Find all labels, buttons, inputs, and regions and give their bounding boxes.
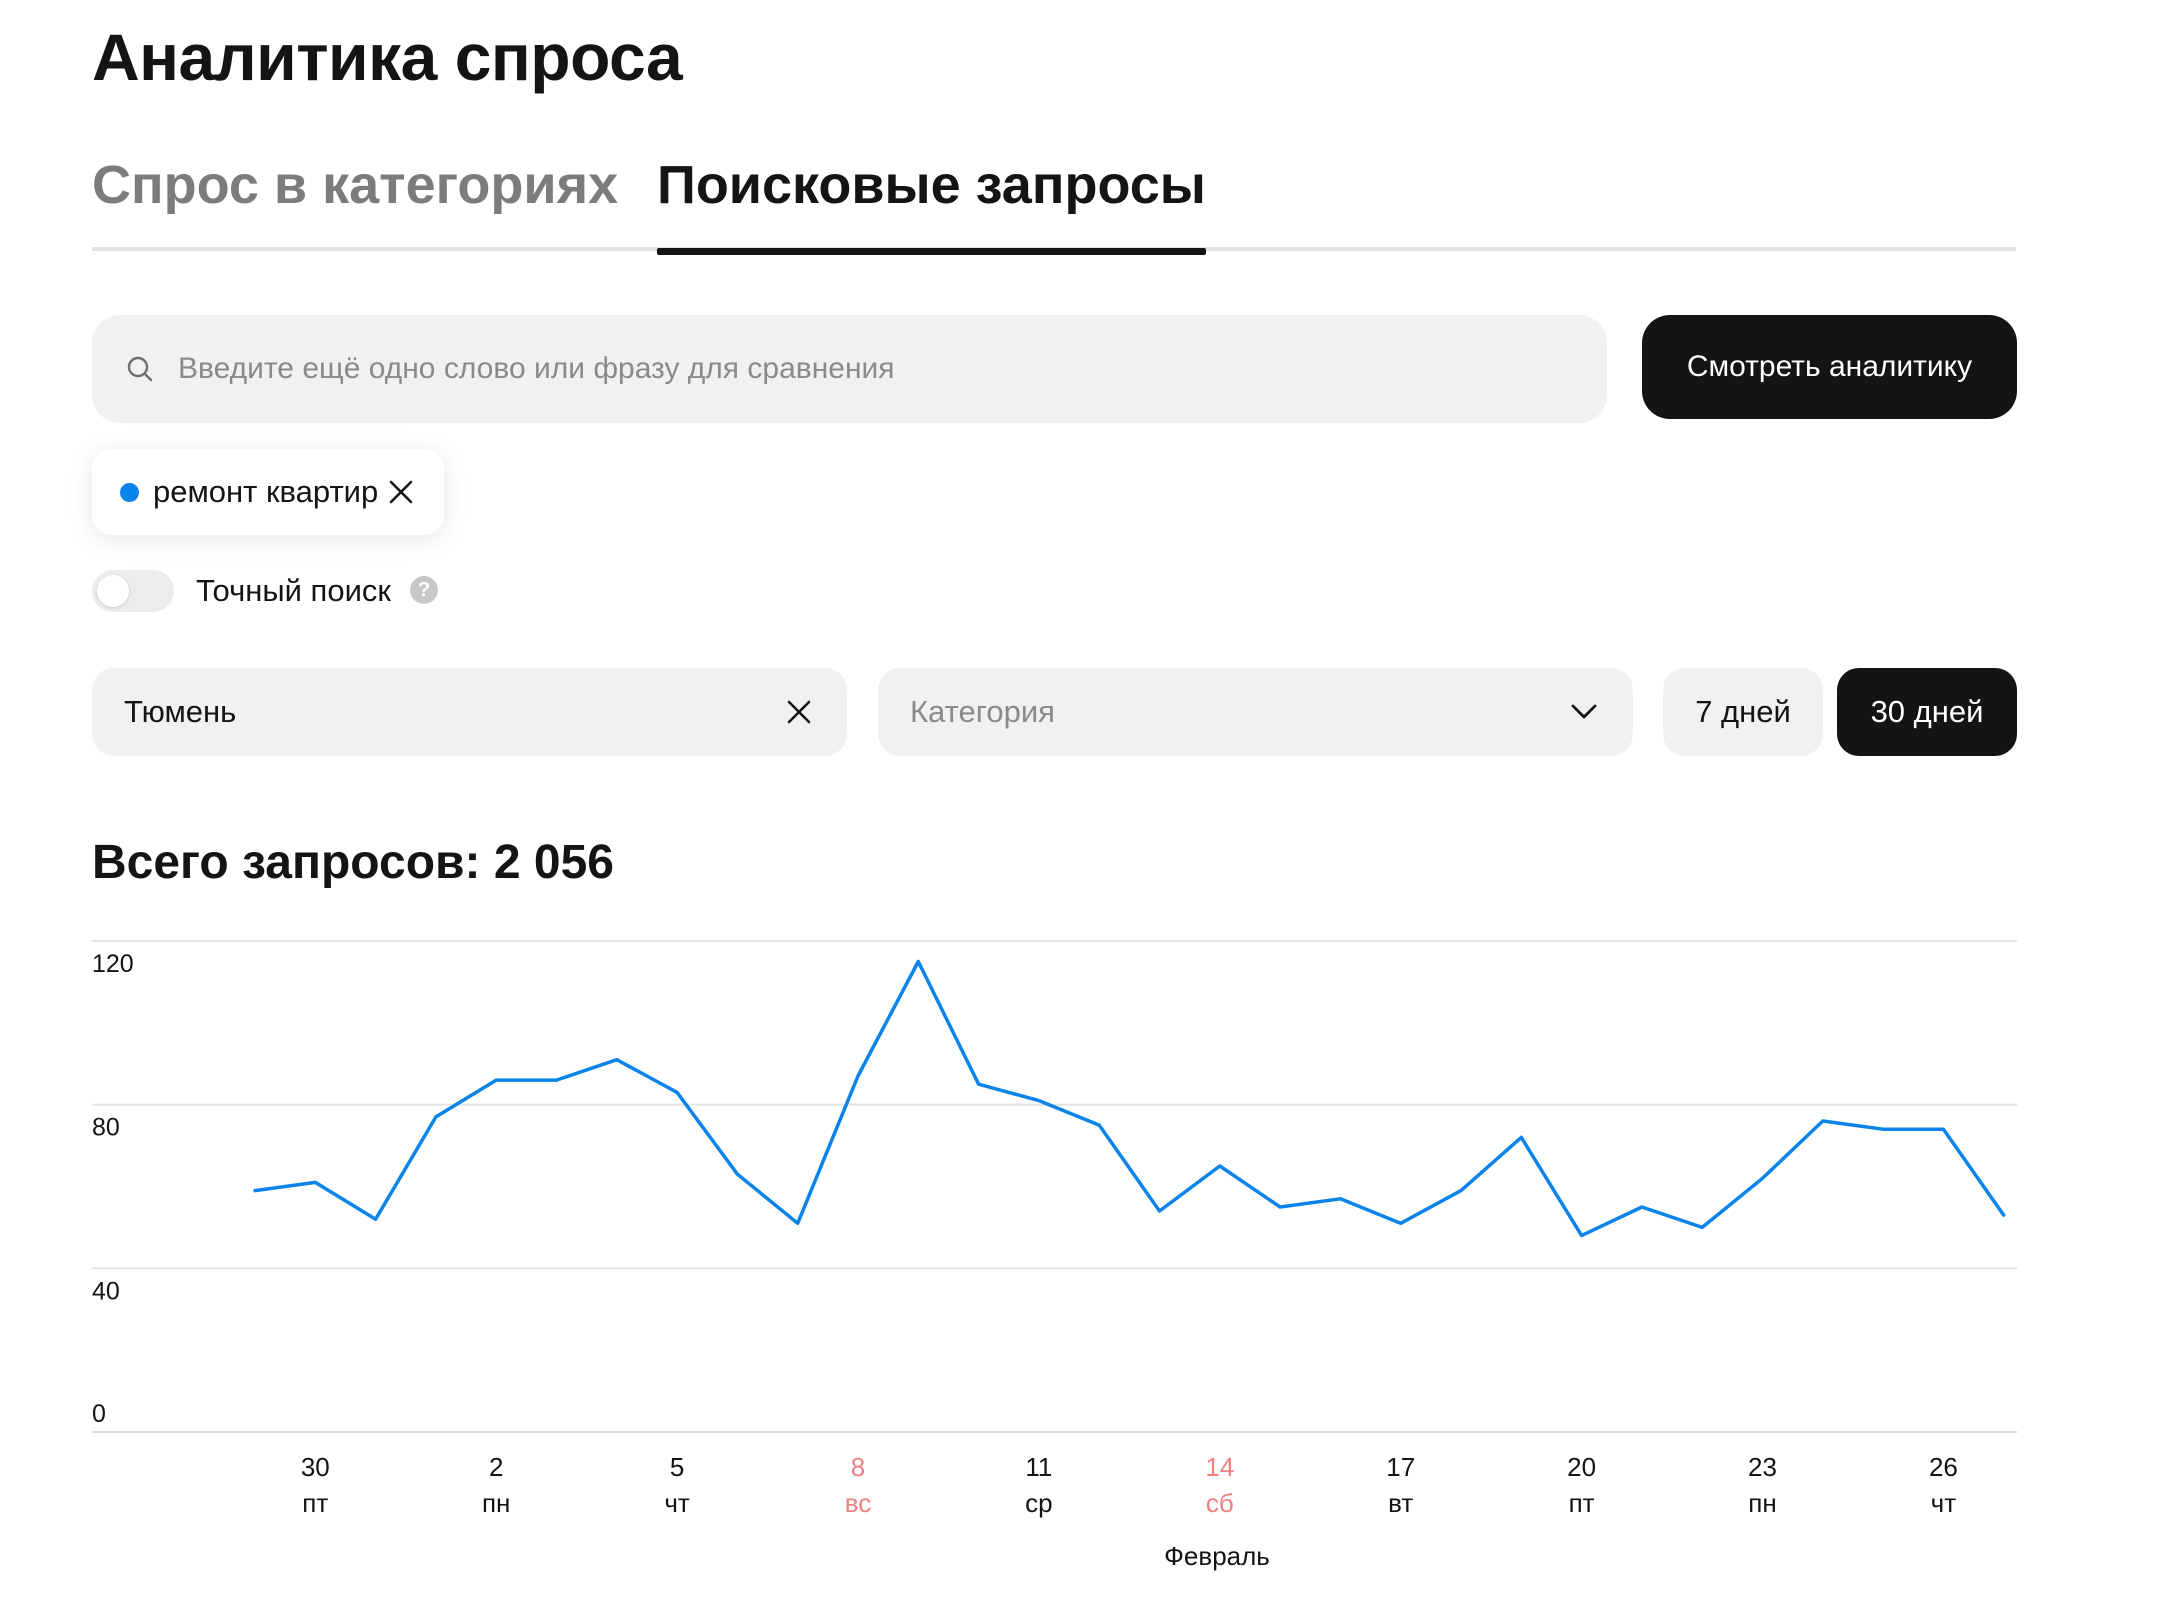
x-tick-day: 11 [1025,1452,1052,1482]
x-tick-weekday: ср [1025,1488,1052,1518]
y-tick-label: 0 [92,1400,106,1428]
x-tick-weekday: пн [482,1488,510,1518]
y-tick-label: 80 [92,1114,120,1142]
x-tick-weekday: вт [1388,1488,1413,1518]
x-tick-day: 17 [1386,1452,1415,1482]
x-tick-day: 5 [670,1452,684,1482]
y-tick-label: 40 [92,1277,120,1305]
x-tick-weekday: вс [845,1488,872,1518]
x-axis-month-label: Февраль [1164,1541,1270,1571]
x-tick-day: 8 [851,1452,865,1482]
x-tick-weekday: чт [1931,1488,1957,1518]
x-tick-weekday: пт [1569,1488,1595,1518]
x-tick-day: 20 [1567,1452,1596,1482]
x-tick-weekday: пн [1748,1488,1776,1518]
x-tick-weekday: пт [302,1488,328,1518]
series-line [253,959,2006,1238]
x-tick-day: 30 [301,1452,330,1482]
x-tick-day: 23 [1748,1452,1777,1482]
x-tick-weekday: чт [664,1488,690,1518]
x-tick-day: 2 [489,1452,503,1482]
requests-line-chart: 0 40 80 120 30 пт 2 пн 5 чт 8 вс 11 ср 14 сб 17 вт 20 пт 23 п… [92,940,2017,1571]
x-tick-weekday: сб [1206,1488,1234,1518]
y-tick-label: 120 [92,950,134,978]
x-tick-day: 14 [1205,1452,1234,1482]
x-tick-day: 26 [1929,1452,1958,1482]
